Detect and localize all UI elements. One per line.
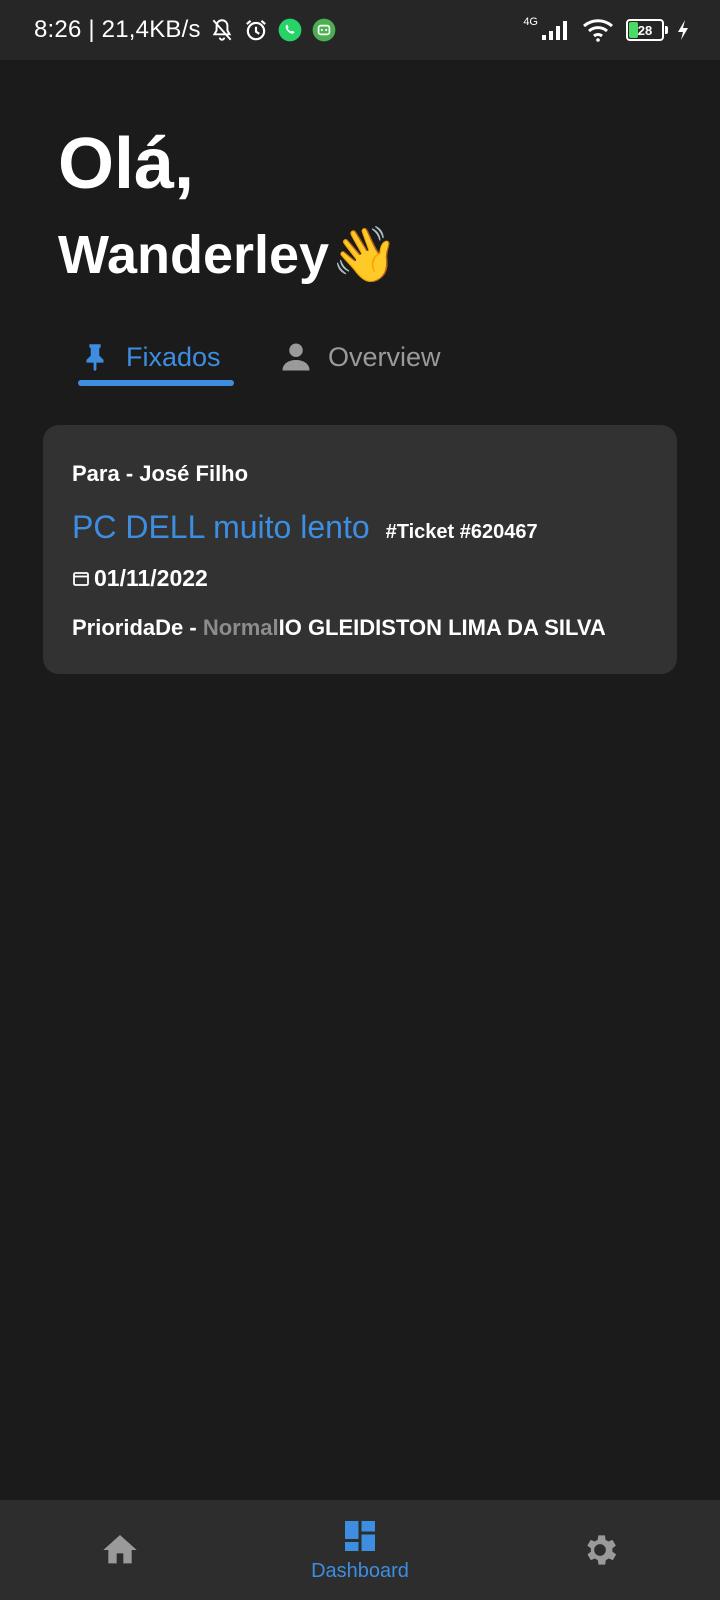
ticket-assignee: IO GLEIDISTON LIMA DA SILVA — [278, 615, 606, 640]
ticket-number: #Ticket #620467 — [385, 521, 538, 543]
nav-settings[interactable] — [540, 1500, 660, 1600]
ticket-title[interactable]: PC DELL muito lento — [72, 509, 370, 546]
nav-dashboard-label: Dashboard — [311, 1559, 409, 1582]
person-icon — [282, 343, 310, 371]
ticket-priority-row: PrioridaDe - NormalIO GLEIDISTON LIMA DA… — [72, 615, 606, 641]
pin-icon — [86, 344, 104, 372]
whatsapp-icon — [278, 18, 302, 42]
tab-overview-label: Overview — [328, 341, 441, 372]
tab-bar: Fixados Overview — [78, 325, 498, 395]
calendar-icon — [73, 571, 89, 586]
ticket-date: 01/11/2022 — [94, 565, 208, 591]
app-notification-icon — [312, 18, 336, 42]
ticket-title-row: PC DELL muito lento #Ticket #620467 — [72, 509, 538, 546]
nav-dashboard[interactable]: Dashboard — [300, 1500, 420, 1600]
battery-indicator: 28 — [626, 19, 668, 41]
status-bar-left: 8:26 | 21,4KB/s — [34, 0, 337, 60]
wifi-icon — [583, 19, 613, 42]
status-bar-right: 4G 28 — [523, 0, 690, 60]
priority-label: PrioridaDe - — [72, 615, 203, 640]
status-time-speed: 8:26 | 21,4KB/s — [34, 16, 201, 43]
active-tab-indicator — [78, 380, 234, 386]
ticket-date-row: 01/11/2022 — [72, 565, 208, 592]
signal-icon — [542, 21, 567, 40]
battery-level: 28 — [637, 22, 653, 38]
ticket-card[interactable]: Para - José Filho PC DELL muito lento #T… — [43, 425, 677, 674]
dashboard-icon — [345, 1520, 375, 1551]
waving-hand-emoji: 👋 — [331, 225, 399, 285]
tab-overview[interactable]: Overview — [278, 325, 441, 389]
alarm-icon — [245, 19, 266, 41]
network-type: 4G — [523, 16, 538, 28]
bell-off-icon — [212, 19, 232, 41]
priority-value: Normal — [202, 615, 279, 640]
home-icon — [103, 1535, 137, 1564]
charging-icon — [678, 20, 688, 40]
bottom-navigation: Dashboard — [0, 1500, 720, 1600]
greeting-name-row: Wanderley 👋 — [58, 228, 398, 282]
user-name: Wanderley — [58, 225, 330, 285]
ticket-recipient: Para - José Filho — [72, 461, 249, 486]
nav-home[interactable] — [60, 1500, 180, 1600]
gear-icon — [587, 1535, 617, 1565]
tab-fixados-label: Fixados — [126, 341, 221, 372]
status-bar: 8:26 | 21,4KB/s 4G 28 — [0, 0, 720, 60]
greeting-hello: Olá, — [58, 124, 195, 204]
